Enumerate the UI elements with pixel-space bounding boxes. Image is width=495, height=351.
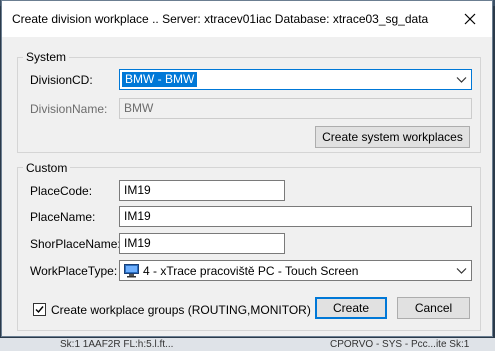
division-name-field[interactable]: BMW (119, 98, 472, 119)
place-code-field[interactable]: IM19 (119, 180, 285, 201)
dialog-titlebar: Create division workplace .. Server: xtr… (2, 1, 492, 37)
background-status-left: Sk:1 1AAF2R FL:h:5.l.ft... (60, 339, 174, 350)
short-place-name-label: ShorPlaceName: (30, 237, 121, 251)
short-place-name-field[interactable]: IM19 (119, 233, 285, 254)
create-button[interactable]: Create (315, 297, 387, 319)
workplace-type-select[interactable]: 4 - xTrace pracoviště PC - Touch Screen (119, 260, 472, 281)
place-code-label: PlaceCode: (30, 184, 93, 198)
division-name-label: DivisionName: (30, 102, 108, 116)
create-workplace-groups-checkbox[interactable] (33, 303, 46, 316)
workplace-type-value: 4 - xTrace pracoviště PC - Touch Screen (143, 264, 359, 278)
chevron-down-icon (456, 77, 467, 83)
place-name-field[interactable]: IM19 (119, 206, 472, 227)
dialog-title: Create division workplace .. Server: xtr… (12, 12, 429, 26)
place-name-label: PlaceName: (30, 210, 96, 224)
create-workplace-groups-label[interactable]: Create workplace groups (ROUTING,MONITOR… (51, 303, 311, 317)
close-icon (464, 13, 476, 25)
division-cd-select[interactable]: BMW - BMW (119, 69, 472, 90)
division-cd-label: DivisionCD: (30, 73, 93, 87)
computer-icon (124, 264, 139, 278)
cancel-button[interactable]: Cancel (397, 297, 470, 319)
division-cd-value: BMW - BMW (122, 72, 198, 87)
background-app-bottom: Sk:1 1AAF2R FL:h:5.l.ft... CPORVO - SYS … (0, 338, 495, 351)
custom-group-label: Custom (23, 161, 71, 175)
background-status-right: CPORVO - SYS - Pcc...ite Sk:1 (330, 339, 470, 350)
create-system-workplaces-button[interactable]: Create system workplaces (315, 126, 470, 148)
workplace-type-label: WorkPlaceType: (30, 264, 118, 278)
system-group-label: System (23, 50, 70, 64)
close-button[interactable] (448, 1, 492, 37)
checkmark-icon (35, 306, 44, 314)
create-division-workplace-dialog: Create division workplace .. Server: xtr… (1, 0, 493, 337)
chevron-down-icon (456, 268, 467, 274)
